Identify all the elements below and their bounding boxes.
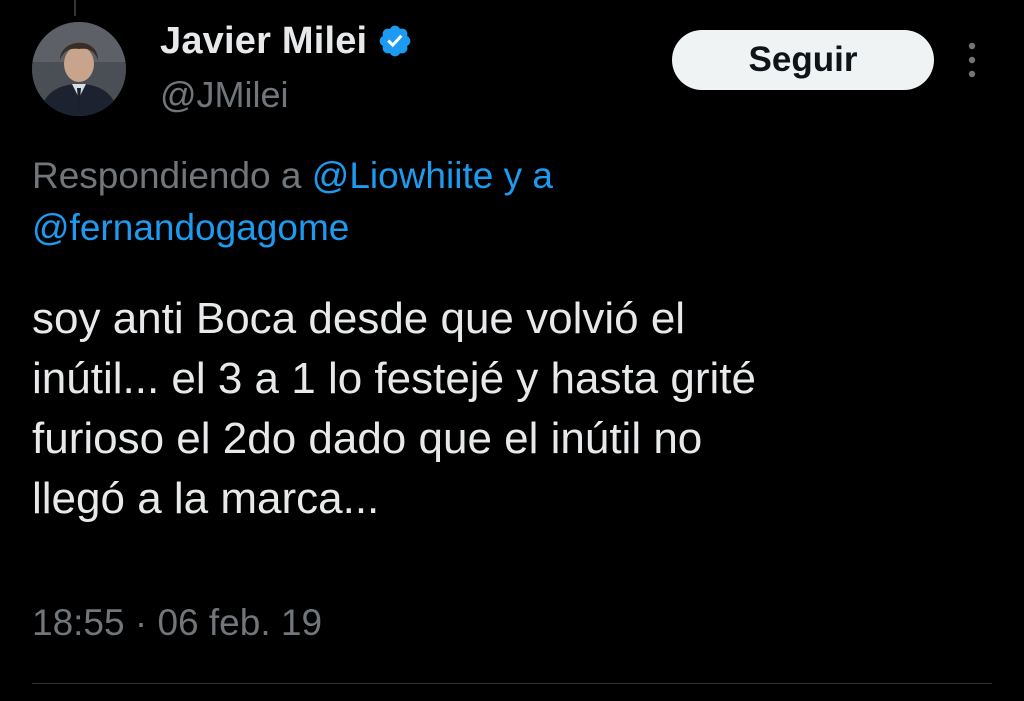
replying-to-prefix: Respondiendo a <box>32 155 312 196</box>
thread-connector-line <box>74 0 76 16</box>
mention-link-liowhiite[interactable]: @Liowhiite <box>312 155 494 196</box>
user-name-row[interactable]: Javier Milei <box>160 18 413 64</box>
tweet-timestamp[interactable]: 18:55 · 06 feb. 19 <box>32 602 322 644</box>
more-vertical-icon[interactable] <box>960 38 984 82</box>
replying-to-joiner: y a <box>493 155 553 196</box>
verified-badge-icon <box>379 25 411 57</box>
divider <box>32 683 992 684</box>
follow-button[interactable]: Seguir <box>672 30 934 90</box>
avatar-image <box>32 22 126 116</box>
replying-to: Respondiendo a @Liowhiite y a @fernandoga… <box>32 150 752 254</box>
mention-link-fernandogagome[interactable]: @fernandogagome <box>32 207 349 248</box>
display-name[interactable]: Javier Milei <box>160 20 367 63</box>
avatar[interactable] <box>32 22 126 116</box>
user-handle[interactable]: @JMilei <box>160 74 289 116</box>
tweet-text: soy anti Boca desde que volvió el inútil… <box>32 294 756 523</box>
